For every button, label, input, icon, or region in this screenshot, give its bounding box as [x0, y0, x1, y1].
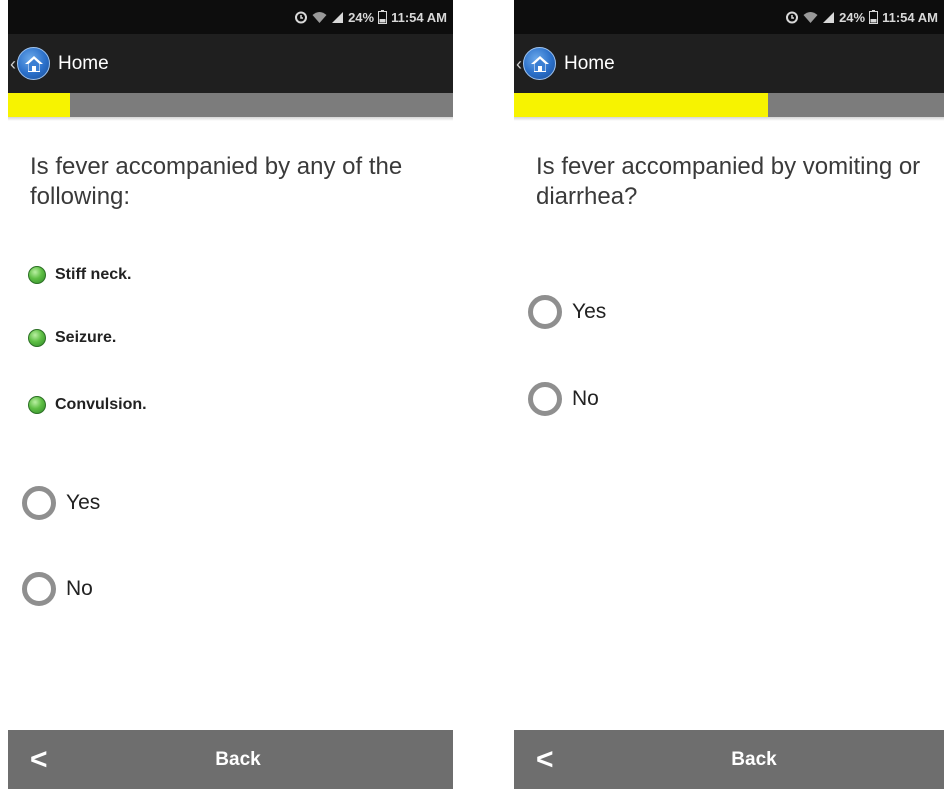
list-item: Convulsion.	[28, 393, 147, 417]
no-option[interactable]: No	[22, 570, 93, 608]
wifi-icon	[803, 11, 818, 24]
home-icon	[523, 47, 556, 80]
yes-label: Yes	[572, 300, 607, 323]
progress-fill	[8, 93, 71, 117]
home-button[interactable]: ‹ Home	[514, 34, 615, 93]
radio-unselected-icon[interactable]	[528, 295, 562, 329]
back-chevron-icon: ‹	[10, 53, 16, 74]
progress-bar	[8, 93, 453, 117]
radio-unselected-icon[interactable]	[22, 572, 56, 606]
no-label: No	[66, 577, 93, 600]
clock-time: 11:54 AM	[391, 9, 447, 25]
back-arrow-icon[interactable]: <	[536, 730, 554, 789]
radio-unselected-icon[interactable]	[22, 486, 56, 520]
battery-icon	[378, 10, 388, 24]
green-dot-icon	[28, 396, 46, 414]
home-label: Home	[564, 52, 615, 74]
alarm-icon	[294, 10, 308, 24]
app-bar: ‹ Home	[8, 34, 453, 93]
status-bar: 24% 11:54 AM	[514, 0, 944, 34]
green-dot-icon	[28, 266, 46, 284]
back-arrow-icon[interactable]: <	[30, 730, 48, 789]
list-item: Seizure.	[28, 326, 116, 350]
yes-option[interactable]: Yes	[528, 293, 606, 331]
home-label: Home	[58, 52, 109, 74]
home-button[interactable]: ‹ Home	[8, 34, 109, 93]
green-dot-icon	[28, 329, 46, 347]
question-text: Is fever accompanied by vomiting or diar…	[536, 153, 921, 210]
progress-bar	[514, 93, 944, 117]
yes-label: Yes	[66, 491, 101, 514]
footer-bar: < Back	[8, 730, 453, 789]
symptom-label: Convulsion.	[55, 396, 147, 413]
phone-screen-1: 24% 11:54 AM ‹ Home Is fever accompanied…	[8, 0, 453, 789]
battery-percent: 24%	[348, 9, 375, 25]
app-bar: ‹ Home	[514, 34, 944, 93]
question-text: Is fever accompanied by any of the follo…	[30, 153, 403, 210]
list-item: Stiff neck.	[28, 263, 131, 287]
phone-screen-2: 24% 11:54 AM ‹ Home Is fever accompanied…	[514, 0, 944, 789]
back-button[interactable]: Back	[158, 730, 318, 789]
symptom-label: Stiff neck.	[55, 266, 132, 283]
footer-bar: < Back	[514, 730, 944, 789]
alarm-icon	[785, 10, 799, 24]
battery-icon	[869, 10, 879, 24]
yes-option[interactable]: Yes	[22, 484, 100, 522]
back-chevron-icon: ‹	[516, 53, 522, 74]
home-icon	[17, 47, 50, 80]
battery-percent: 24%	[839, 9, 866, 25]
progress-fill	[514, 93, 768, 117]
signal-icon	[331, 11, 344, 24]
radio-unselected-icon[interactable]	[528, 382, 562, 416]
signal-icon	[822, 11, 835, 24]
no-label: No	[572, 387, 599, 410]
wifi-icon	[312, 11, 327, 24]
no-option[interactable]: No	[528, 380, 599, 418]
clock-time: 11:54 AM	[882, 9, 938, 25]
back-button[interactable]: Back	[674, 730, 834, 789]
symptom-label: Seizure.	[55, 329, 117, 346]
status-bar: 24% 11:54 AM	[8, 0, 453, 34]
